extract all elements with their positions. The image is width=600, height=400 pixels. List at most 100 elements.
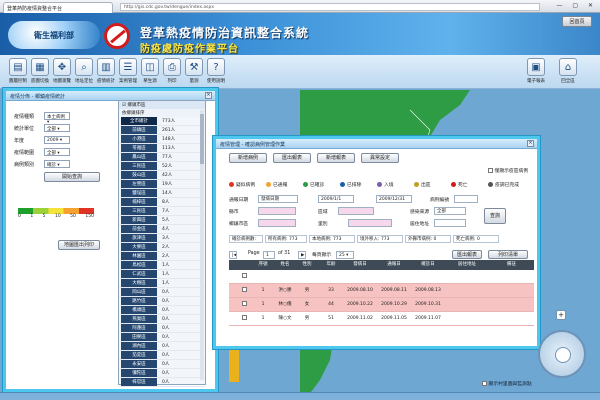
town-row[interactable]: 三民區 7人 (119, 207, 205, 216)
print-list-button[interactable]: 列印清單 (488, 250, 528, 259)
row-checkbox[interactable] (241, 273, 247, 278)
town-row[interactable]: 仁武區 1人 (119, 270, 205, 279)
top-action-button[interactable]: 匯出報表 (273, 153, 311, 163)
town-row[interactable]: 彌陀區 0人 (119, 369, 205, 378)
toolbar-map-button[interactable]: ▦ 底圖切換 (30, 58, 50, 84)
row-checkbox[interactable] (241, 287, 247, 292)
case-number-field[interactable] (454, 195, 478, 203)
town-row[interactable]: 田寮區 0人 (119, 333, 205, 342)
top-action-button[interactable]: 異常設定 (361, 153, 399, 163)
town-row[interactable]: 小港區 148人 (119, 135, 205, 144)
top-action-button[interactable]: 新增報表 (317, 153, 355, 163)
scroll-thumb[interactable] (200, 114, 204, 164)
town-row[interactable]: 永安區 0人 (119, 360, 205, 369)
town-row[interactable]: 三民區 52人 (119, 162, 205, 171)
town-row[interactable]: 鳥松區 1人 (119, 261, 205, 270)
row-checkbox[interactable] (241, 301, 247, 306)
pager-prev-icon[interactable]: |◀ (229, 251, 237, 259)
town-row[interactable]: 旗津區 3人 (119, 234, 205, 243)
town-row[interactable]: 大寮區 2人 (119, 243, 205, 252)
town-row[interactable]: 鼓山區 42人 (119, 171, 205, 180)
column-header[interactable]: 姓名 (275, 260, 295, 270)
pan-compass[interactable] (538, 330, 586, 378)
search-button[interactable]: 查詢 (484, 208, 506, 224)
scrollbar[interactable] (200, 110, 204, 380)
town-row[interactable]: 楠梓區 8人 (119, 198, 205, 207)
window-controls[interactable]: — ▢ ✕ (556, 2, 597, 9)
town-row[interactable]: 阿蓮區 0人 (119, 324, 205, 333)
column-header[interactable]: 通報日 (377, 260, 411, 270)
pager-next-icon[interactable]: ▶| (298, 251, 306, 259)
town-row[interactable]: 前鎮區 261人 (119, 126, 205, 135)
top-action-button[interactable]: 新增病例 (229, 153, 267, 163)
per-page-select[interactable]: 25 ▾ (336, 251, 354, 259)
filter-select[interactable]: 2009 ▾ (44, 136, 70, 144)
town-row[interactable]: 路竹區 0人 (119, 297, 205, 306)
home-exit-button[interactable]: 回首頁 (562, 16, 592, 27)
toolbar-folder-button[interactable]: ▤ 圖層控制 (8, 58, 28, 84)
toolbar-search-button[interactable]: ⌕ 地址定位 (74, 58, 94, 84)
column-header[interactable]: 居住地址 (445, 260, 489, 270)
column-header[interactable]: 發病日 (343, 260, 377, 270)
town-row[interactable]: 岡山區 0人 (119, 288, 205, 297)
town-row[interactable]: 林園區 2人 (119, 252, 205, 261)
column-header[interactable]: 序號 (251, 260, 275, 270)
checkbox-icon[interactable] (488, 168, 493, 173)
filter-select[interactable]: 本土病例 ▾ (44, 112, 70, 125)
close-icon[interactable]: × (205, 92, 212, 99)
town-list-tab[interactable]: 依鄉鎮排序 (119, 109, 205, 117)
town-row[interactable]: 大樹區 1人 (119, 279, 205, 288)
town-row[interactable]: 新興區 5人 (119, 216, 205, 225)
toolbar-home-button[interactable]: ⌂ 回全區 (558, 58, 578, 84)
row-checkbox[interactable] (241, 315, 247, 320)
toolbar-pan-button[interactable]: ✥ 地圖瀏覽 (52, 58, 72, 84)
column-header[interactable]: 確診日 (411, 260, 445, 270)
column-header[interactable]: 年齡 (319, 260, 343, 270)
toolbar-tool-button[interactable]: ⚒ 量測 (184, 58, 204, 84)
show-all-checkbox[interactable]: 僅顯示疫區病例 (488, 167, 528, 174)
address-field[interactable] (434, 219, 466, 227)
zoom-in-button[interactable]: + (556, 310, 566, 320)
town-row[interactable]: 燕巢區 0人 (119, 315, 205, 324)
column-header[interactable] (237, 260, 251, 270)
filter-select[interactable]: 確診 ▾ (44, 160, 70, 168)
date-from-field[interactable]: 2009/1/1 (318, 195, 354, 203)
town-row[interactable]: 全市總計 773人 (119, 117, 205, 126)
town-row[interactable]: 左營區 19人 (119, 180, 205, 189)
source-select[interactable]: 全部 (434, 207, 466, 215)
date-to-field[interactable]: 2009/12/31 (376, 195, 412, 203)
browser-tab[interactable]: 登革熱防疫情資整合平台 (3, 2, 113, 13)
village-select[interactable] (348, 219, 392, 227)
town-row[interactable]: 苓雅區 113人 (119, 144, 205, 153)
export-report-button[interactable]: 匯出報表 (452, 250, 482, 259)
address-bar[interactable]: http://gis.cdc.gov.tw/dengue/index.aspx (120, 3, 540, 11)
toolbar-list-button[interactable]: ☰ 案例管理 (118, 58, 138, 84)
table-row[interactable]: 1 陳○文 男 51 2009.11.02 2009.11.05 2009.11.07 (229, 312, 534, 326)
town-row[interactable]: 湖內區 0人 (119, 342, 205, 351)
date-type-select[interactable]: 發病日期 (258, 195, 298, 203)
column-header[interactable]: 備註 (489, 260, 534, 270)
toolbar-chart-button[interactable]: ▥ 疫情統計 (96, 58, 116, 84)
checkbox-icon[interactable] (482, 381, 487, 386)
toolbar-layers-button[interactable]: ◫ 孳生源 (140, 58, 160, 84)
table-row[interactable]: 1 林○儀 女 44 2009.10.22 2009.10.29 2009.10.31 (229, 298, 534, 312)
county-select[interactable] (258, 207, 296, 215)
toolbar-help-button[interactable]: ? 使用說明 (206, 58, 226, 84)
table-row[interactable] (229, 270, 534, 284)
table-row[interactable]: 1 洪○勝 男 33 2009.08.10 2009.08.11 2009.08.13 (229, 284, 534, 298)
town-select[interactable] (258, 219, 296, 227)
page-number-field[interactable]: 1 (263, 251, 275, 259)
query-button[interactable]: 開始查詢 (44, 172, 100, 182)
close-icon[interactable]: × (527, 140, 534, 147)
export-map-button[interactable]: 地圖匯出列印 (58, 240, 100, 250)
town-row[interactable]: 橋頭區 0人 (119, 306, 205, 315)
filter-select[interactable]: 全部 ▾ (44, 148, 70, 156)
toolbar-report-button[interactable]: ▣ 電子報表 (526, 58, 546, 84)
column-header[interactable]: 性別 (295, 260, 319, 270)
town-row[interactable]: 梓官區 0人 (119, 378, 205, 387)
village-layer-checkbox[interactable]: 顯示村里圖與監測點 (482, 380, 532, 387)
toolbar-print-button[interactable]: ⎙ 列印 (162, 58, 182, 84)
town-row[interactable]: 鹽埕區 14人 (119, 189, 205, 198)
district-select[interactable] (338, 207, 374, 215)
column-header[interactable] (229, 260, 237, 270)
